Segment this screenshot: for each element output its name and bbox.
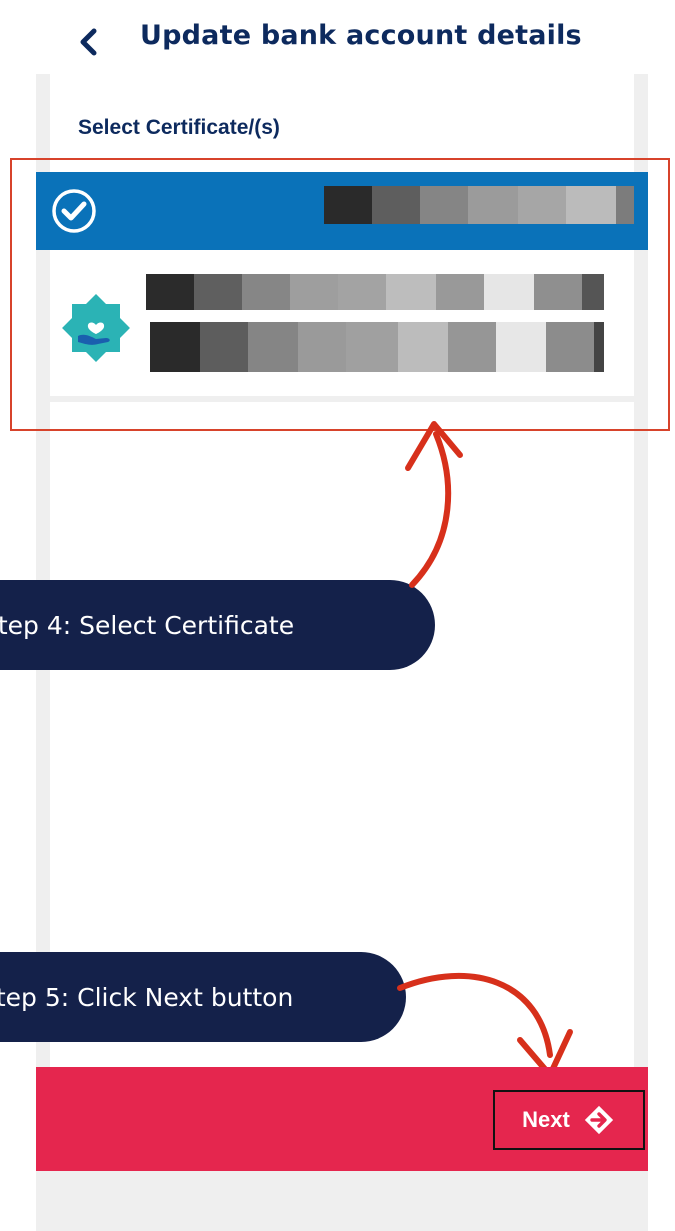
back-button[interactable] [72, 24, 108, 60]
page-title: Update bank account details [140, 20, 582, 51]
selection-highlight-frame [10, 158, 670, 431]
app-page: Update bank account details Select Certi… [0, 0, 675, 1231]
next-label: Next [522, 1107, 570, 1132]
step5-callout: Step 5: Click Next button [0, 952, 406, 1042]
app-header: Update bank account details [0, 0, 675, 78]
arrow-right-diamond-icon [584, 1105, 613, 1135]
step5-text: Step 5: Click Next button [0, 982, 294, 1012]
section-title: Select Certificate/(s) [78, 116, 280, 139]
step4-callout: Step 4: Select Certificate [0, 580, 435, 670]
step4-text: Step 4: Select Certificate [0, 610, 295, 640]
chevron-left-icon [80, 28, 97, 56]
bottom-action-bar: Next [36, 1067, 648, 1171]
next-button[interactable]: Next [493, 1090, 645, 1150]
